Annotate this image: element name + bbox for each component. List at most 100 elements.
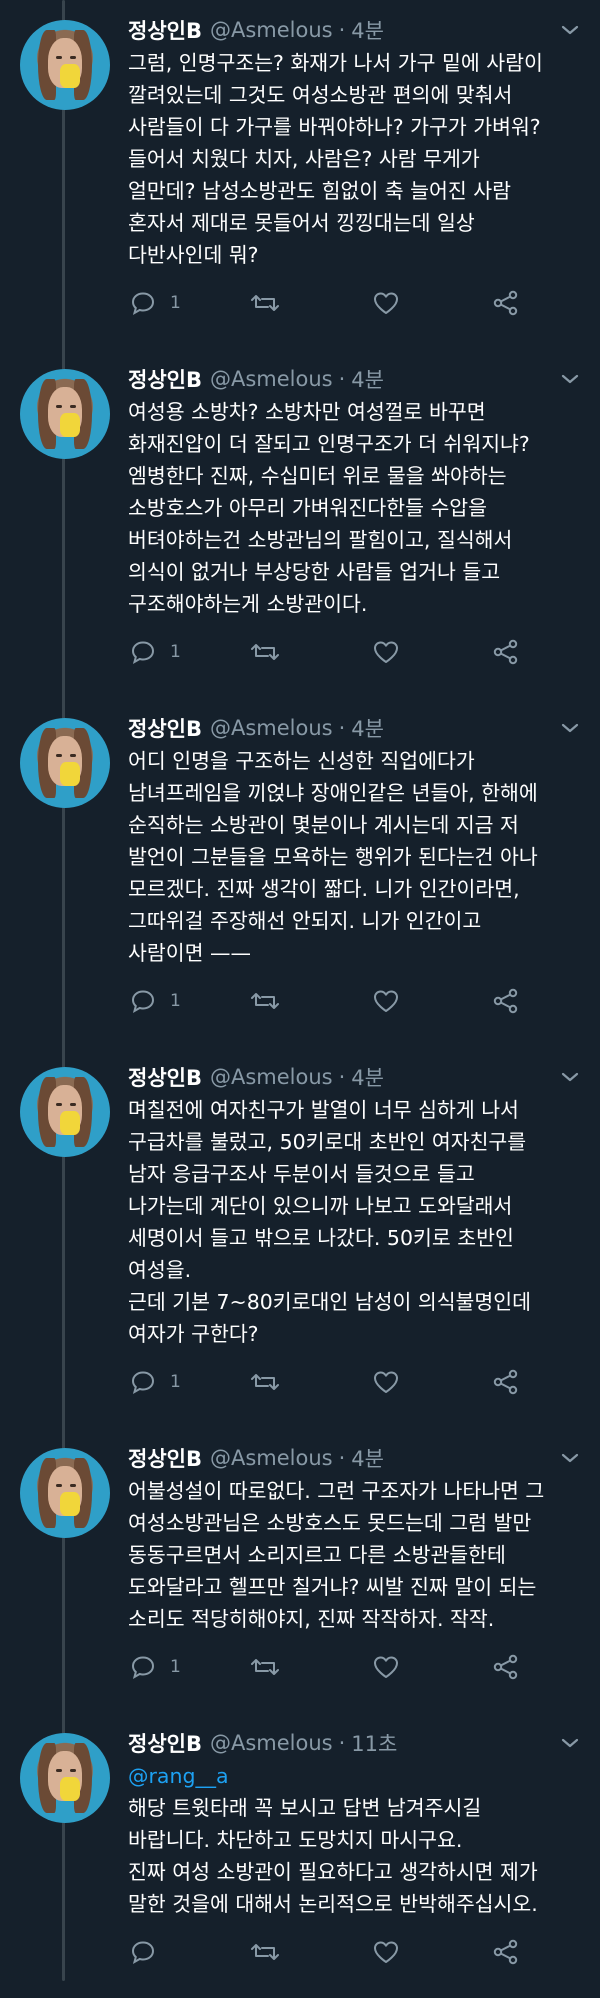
tweet-text-line: 들어서 치웠다 치자, 사람은? 사람 무게가 <box>128 147 480 171</box>
tweet[interactable]: 정상인B @Asmelous · 4분 그럼, 인명구조는? 화재가 나서 가구… <box>0 0 600 349</box>
heart-icon <box>372 1369 400 1395</box>
tweet-time[interactable]: 4분 <box>351 15 384 45</box>
avatar[interactable] <box>20 1067 110 1157</box>
like-button[interactable] <box>372 290 400 316</box>
avatar[interactable] <box>20 1733 110 1823</box>
tweet[interactable]: 정상인B @Asmelous · 4분 어불성설이 따로없다. 그런 구조자가 … <box>0 1428 600 1713</box>
reply-count: 1 <box>170 293 181 313</box>
user-handle[interactable]: @Asmelous <box>210 367 333 391</box>
share-button[interactable] <box>492 290 520 316</box>
reply-count: 1 <box>170 642 181 662</box>
reply-button[interactable] <box>130 1939 170 1965</box>
reply-count: 1 <box>170 991 181 1011</box>
tweet-text: 어디 인명을 구조하는 신성한 직업에다가 남녀프레임을 끼얹냐 장애인같은 년들… <box>128 745 580 969</box>
share-button[interactable] <box>492 988 520 1014</box>
share-icon <box>492 639 520 665</box>
tweet-time[interactable]: 4분 <box>351 1443 384 1473</box>
chevron-down-icon[interactable] <box>560 22 580 38</box>
tweet-text-line: 소리도 적당히해야지, 진짜 작작하자. 작작. <box>128 1607 495 1631</box>
reply-button[interactable]: 1 <box>130 639 181 665</box>
share-icon <box>492 1939 520 1965</box>
tweet-text: 며칠전에 여자친구가 발열이 너무 심하게 나서 구급차를 불렀고, 50키로대 … <box>128 1094 580 1350</box>
chevron-down-icon[interactable] <box>560 1735 580 1751</box>
tweet-header: 정상인B @Asmelous · 4분 <box>128 1061 580 1093</box>
display-name[interactable]: 정상인B <box>128 15 202 45</box>
avatar[interactable] <box>20 369 110 459</box>
reply-button[interactable]: 1 <box>130 1654 181 1680</box>
chevron-down-icon[interactable] <box>560 371 580 387</box>
tweet[interactable]: 정상인B @Asmelous · 4분 며칠전에 여자친구가 발열이 너무 심하… <box>0 1047 600 1428</box>
retweet-button[interactable] <box>250 988 280 1014</box>
tweet-actions <box>130 1937 566 1967</box>
share-button[interactable] <box>492 1369 520 1395</box>
display-name[interactable]: 정상인B <box>128 1728 202 1758</box>
tweet-text-line: 세명이서 들고 밖으로 나갔다. 50키로 초반인 <box>128 1226 514 1250</box>
display-name[interactable]: 정상인B <box>128 364 202 394</box>
reply-button[interactable]: 1 <box>130 988 181 1014</box>
tweet-text: 여성용 소방차? 소방차만 여성껄로 바꾸면 화재진압이 더 잘되고 인명구조가 … <box>128 396 580 620</box>
reply-icon <box>130 1939 156 1965</box>
tweet-time[interactable]: 4분 <box>351 1062 384 1092</box>
retweet-button[interactable] <box>250 1654 280 1680</box>
display-name[interactable]: 정상인B <box>128 1062 202 1092</box>
tweet[interactable]: 정상인B @Asmelous · 11초 @rang__a 해당 트윗타래 꼭 보… <box>0 1713 600 1998</box>
user-handle[interactable]: @Asmelous <box>210 1731 333 1755</box>
tweet-text-line: 깔려있는데 그것도 여성소방관 편의에 맞춰서 <box>128 83 513 107</box>
tweet-text-line: 진짜 여성 소방관이 필요하다고 생각하시면 제가 <box>128 1860 538 1884</box>
retweet-button[interactable] <box>250 639 280 665</box>
display-name[interactable]: 정상인B <box>128 713 202 743</box>
tweet-text-line: 그럼, 인명구조는? 화재가 나서 가구 밑에 사람이 <box>128 51 543 75</box>
reply-icon <box>130 1369 156 1395</box>
user-handle[interactable]: @Asmelous <box>210 18 333 42</box>
reply-button[interactable]: 1 <box>130 290 181 316</box>
chevron-down-icon[interactable] <box>560 1450 580 1466</box>
tweet-text-line: 해당 트윗타래 꼭 보시고 답변 남겨주시길 <box>128 1796 482 1820</box>
share-button[interactable] <box>492 1654 520 1680</box>
retweet-button[interactable] <box>250 290 280 316</box>
tweet[interactable]: 정상인B @Asmelous · 4분 여성용 소방차? 소방차만 여성껄로 바… <box>0 349 600 698</box>
heart-icon <box>372 290 400 316</box>
tweet-text: @rang__a 해당 트윗타래 꼭 보시고 답변 남겨주시길바랍니다. 차단하고… <box>128 1760 580 1920</box>
tweet-text-line: 화재진압이 더 잘되고 인명구조가 더 쉬워지냐? <box>128 432 530 456</box>
retweet-icon <box>250 1369 280 1395</box>
tweet[interactable]: 정상인B @Asmelous · 4분 어디 인명을 구조하는 신성한 직업에다… <box>0 698 600 1047</box>
tweet-text-line: 혼자서 제대로 못들어서 낑낑대는데 일상 <box>128 211 475 235</box>
mention-link[interactable]: @rang__a <box>128 1764 229 1788</box>
tweet-text-line: 여성을. <box>128 1258 192 1282</box>
tweet-text-line: 말한 것을에 대해서 논리적으로 반박해주십시오. <box>128 1892 538 1916</box>
like-button[interactable] <box>372 988 400 1014</box>
avatar[interactable] <box>20 718 110 808</box>
tweet-text-line: 그따위걸 주장해선 안되지. 니가 인간이고 <box>128 909 482 933</box>
tweet-time[interactable]: 4분 <box>351 364 384 394</box>
tweet-text-line: 여자가 구한다? <box>128 1322 259 1346</box>
tweet-text-line: 바랍니다. 차단하고 도망치지 마시구요. <box>128 1828 463 1852</box>
reply-button[interactable]: 1 <box>130 1369 181 1395</box>
avatar[interactable] <box>20 1448 110 1538</box>
like-button[interactable] <box>372 1369 400 1395</box>
like-button[interactable] <box>372 1939 400 1965</box>
tweet-text-line: 여성소방관님은 소방호스도 못드는데 그럼 발만 <box>128 1511 532 1535</box>
tweet-time[interactable]: 4분 <box>351 713 384 743</box>
display-name[interactable]: 정상인B <box>128 1443 202 1473</box>
reply-icon <box>130 639 156 665</box>
tweet-text: 어불성설이 따로없다. 그런 구조자가 나타나면 그 여성소방관님은 소방호스도 … <box>128 1475 580 1635</box>
tweet-header: 정상인B @Asmelous · 4분 <box>128 14 580 46</box>
tweet-text-line: 발언이 그분들을 모욕하는 행위가 된다는건 아나 <box>128 845 538 869</box>
tweet-text-line: 사람들이 다 가구를 바꿔야하나? 가구가 가벼워? <box>128 115 541 139</box>
avatar[interactable] <box>20 20 110 110</box>
user-handle[interactable]: @Asmelous <box>210 716 333 740</box>
share-button[interactable] <box>492 1939 520 1965</box>
retweet-button[interactable] <box>250 1369 280 1395</box>
tweet-header: 정상인B @Asmelous · 4분 <box>128 363 580 395</box>
tweet-time[interactable]: 11초 <box>351 1728 397 1758</box>
chevron-down-icon[interactable] <box>560 720 580 736</box>
chevron-down-icon[interactable] <box>560 1069 580 1085</box>
user-handle[interactable]: @Asmelous <box>210 1065 333 1089</box>
tweet-text-line: 구급차를 불렀고, 50키로대 초반인 여자친구를 <box>128 1130 527 1154</box>
retweet-button[interactable] <box>250 1939 280 1965</box>
like-button[interactable] <box>372 639 400 665</box>
share-button[interactable] <box>492 639 520 665</box>
user-handle[interactable]: @Asmelous <box>210 1446 333 1470</box>
like-button[interactable] <box>372 1654 400 1680</box>
tweet-actions: 1 <box>130 637 566 667</box>
